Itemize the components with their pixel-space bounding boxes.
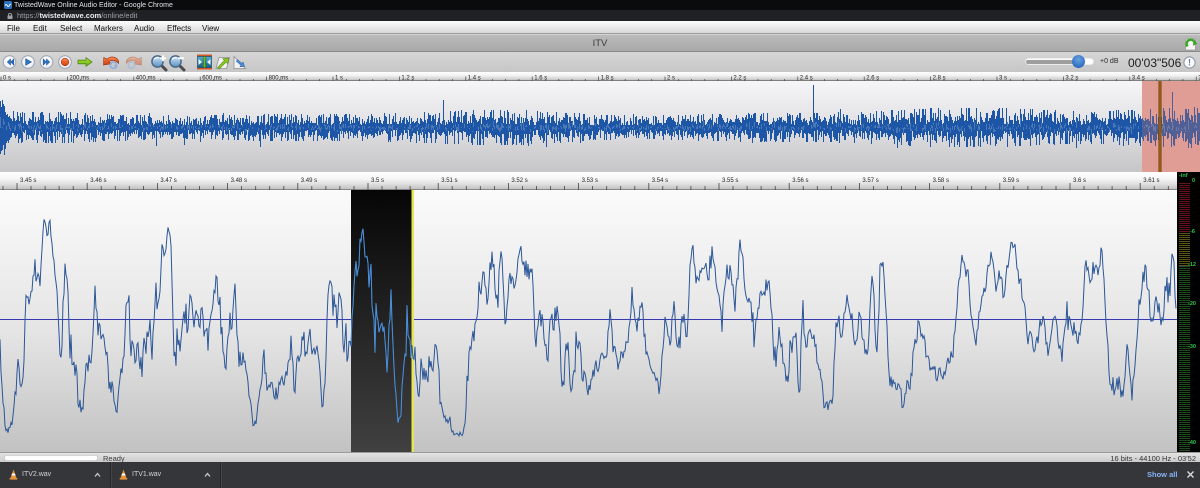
svg-text:3.59 s: 3.59 s xyxy=(1003,178,1019,184)
svg-text:3.58 s: 3.58 s xyxy=(933,178,949,184)
svg-text:3.56 s: 3.56 s xyxy=(792,178,808,184)
svg-text:3.54 s: 3.54 s xyxy=(652,178,668,184)
svg-text:3.61 s: 3.61 s xyxy=(1143,178,1159,184)
svg-text:!: ! xyxy=(1188,58,1191,68)
svg-text:3.57 s: 3.57 s xyxy=(862,178,878,184)
svg-text:3.47 s: 3.47 s xyxy=(160,178,176,184)
svg-text:3.46 s: 3.46 s xyxy=(90,178,106,184)
svg-text:3.6 s: 3.6 s xyxy=(1073,178,1086,184)
svg-text:3.45 s: 3.45 s xyxy=(20,178,36,184)
svg-text:3.53 s: 3.53 s xyxy=(582,178,598,184)
svg-text:3.55 s: 3.55 s xyxy=(722,178,738,184)
svg-text:3.51 s: 3.51 s xyxy=(441,178,457,184)
svg-text:3.5 s: 3.5 s xyxy=(371,178,384,184)
svg-text:3.52 s: 3.52 s xyxy=(511,178,527,184)
svg-text:3.48 s: 3.48 s xyxy=(231,178,247,184)
svg-text:3.49 s: 3.49 s xyxy=(301,178,317,184)
